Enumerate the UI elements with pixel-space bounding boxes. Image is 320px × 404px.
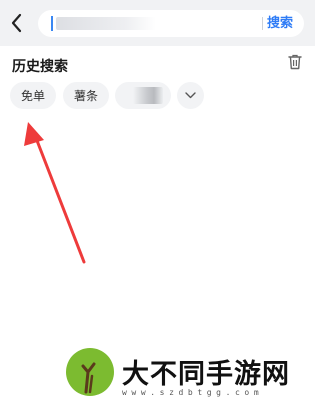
watermark-title: 大不同手游网 [122, 359, 290, 390]
watermark: 大不同手游网 www.szdbtgg.com [66, 348, 316, 404]
watermark-logo [66, 348, 114, 396]
tree-icon [81, 362, 96, 394]
watermark-url: www.szdbtgg.com [122, 388, 264, 397]
red-annotation-arrow [24, 122, 86, 264]
